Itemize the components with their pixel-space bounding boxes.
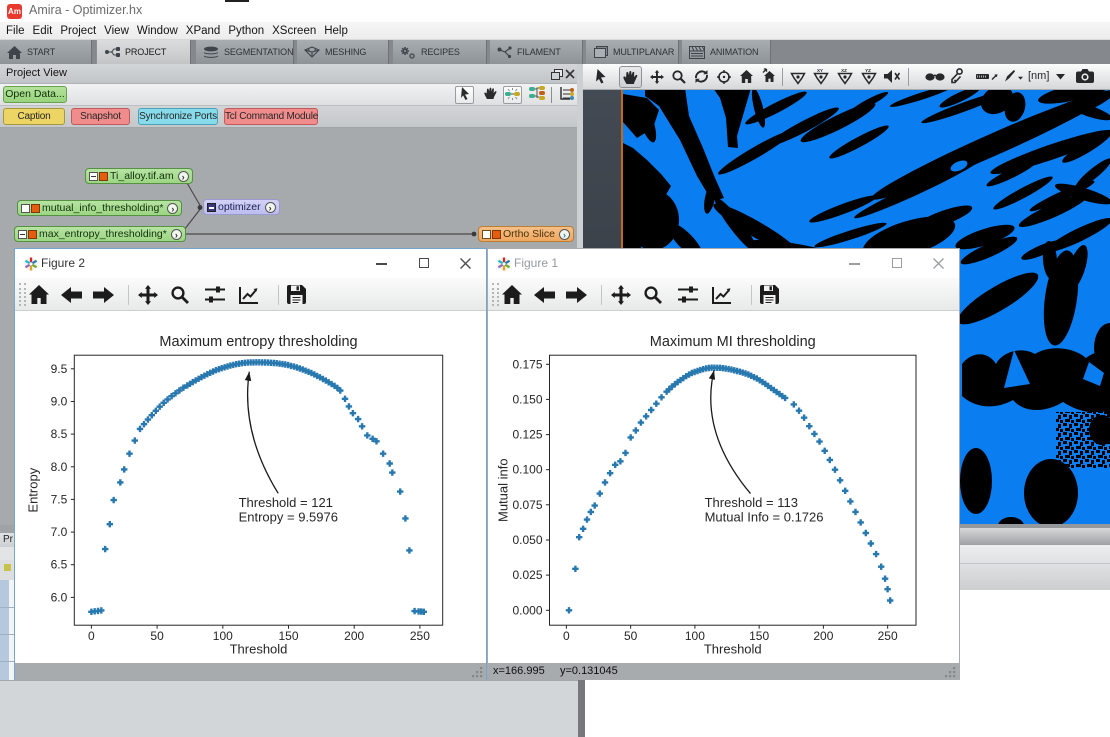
svg-text:Threshold = 121: Threshold = 121: [239, 495, 333, 510]
svg-text:Threshold = 113: Threshold = 113: [705, 495, 798, 510]
svg-text:YZ: YZ: [865, 68, 871, 73]
svg-text:Mutual info: Mutual info: [496, 458, 511, 522]
svg-text:XZ: XZ: [841, 68, 847, 73]
svg-text:0.175: 0.175: [512, 357, 542, 371]
svg-text:0.075: 0.075: [512, 498, 542, 512]
svg-text:0.125: 0.125: [512, 428, 542, 442]
svg-text:250: 250: [410, 629, 430, 643]
svg-text:8.5: 8.5: [51, 427, 68, 441]
svg-text:Entropy: Entropy: [25, 467, 40, 512]
svg-text:6.5: 6.5: [51, 558, 68, 572]
svg-text:Maximum entropy thresholding: Maximum entropy thresholding: [159, 334, 357, 350]
svg-text:0.000: 0.000: [512, 603, 542, 617]
svg-text:8.0: 8.0: [51, 460, 68, 474]
svg-text:Threshold: Threshold: [704, 642, 762, 657]
svg-text:7.0: 7.0: [51, 525, 68, 539]
svg-text:0.025: 0.025: [512, 568, 542, 582]
svg-text:9.5: 9.5: [51, 362, 68, 376]
svg-text:0: 0: [563, 629, 570, 643]
svg-text:Threshold: Threshold: [230, 642, 288, 657]
svg-text:200: 200: [344, 629, 364, 643]
svg-text:250: 250: [878, 629, 898, 643]
svg-text:6.0: 6.0: [51, 590, 68, 604]
svg-text:50: 50: [624, 629, 638, 643]
svg-text:Mutual Info = 0.1726: Mutual Info = 0.1726: [705, 509, 824, 524]
svg-text:Maximum MI thresholding: Maximum MI thresholding: [650, 334, 816, 350]
svg-text:100: 100: [685, 629, 705, 643]
svg-text:XY: XY: [817, 68, 823, 73]
svg-text:0.050: 0.050: [512, 533, 542, 547]
svg-text:0.100: 0.100: [512, 463, 542, 477]
svg-text:7.5: 7.5: [51, 492, 68, 506]
svg-text:0.150: 0.150: [512, 392, 542, 406]
svg-text:Entropy = 9.5976: Entropy = 9.5976: [239, 509, 338, 524]
svg-text:0: 0: [88, 629, 95, 643]
svg-text:200: 200: [813, 629, 833, 643]
svg-text:50: 50: [150, 629, 164, 643]
svg-text:9.0: 9.0: [51, 395, 68, 409]
